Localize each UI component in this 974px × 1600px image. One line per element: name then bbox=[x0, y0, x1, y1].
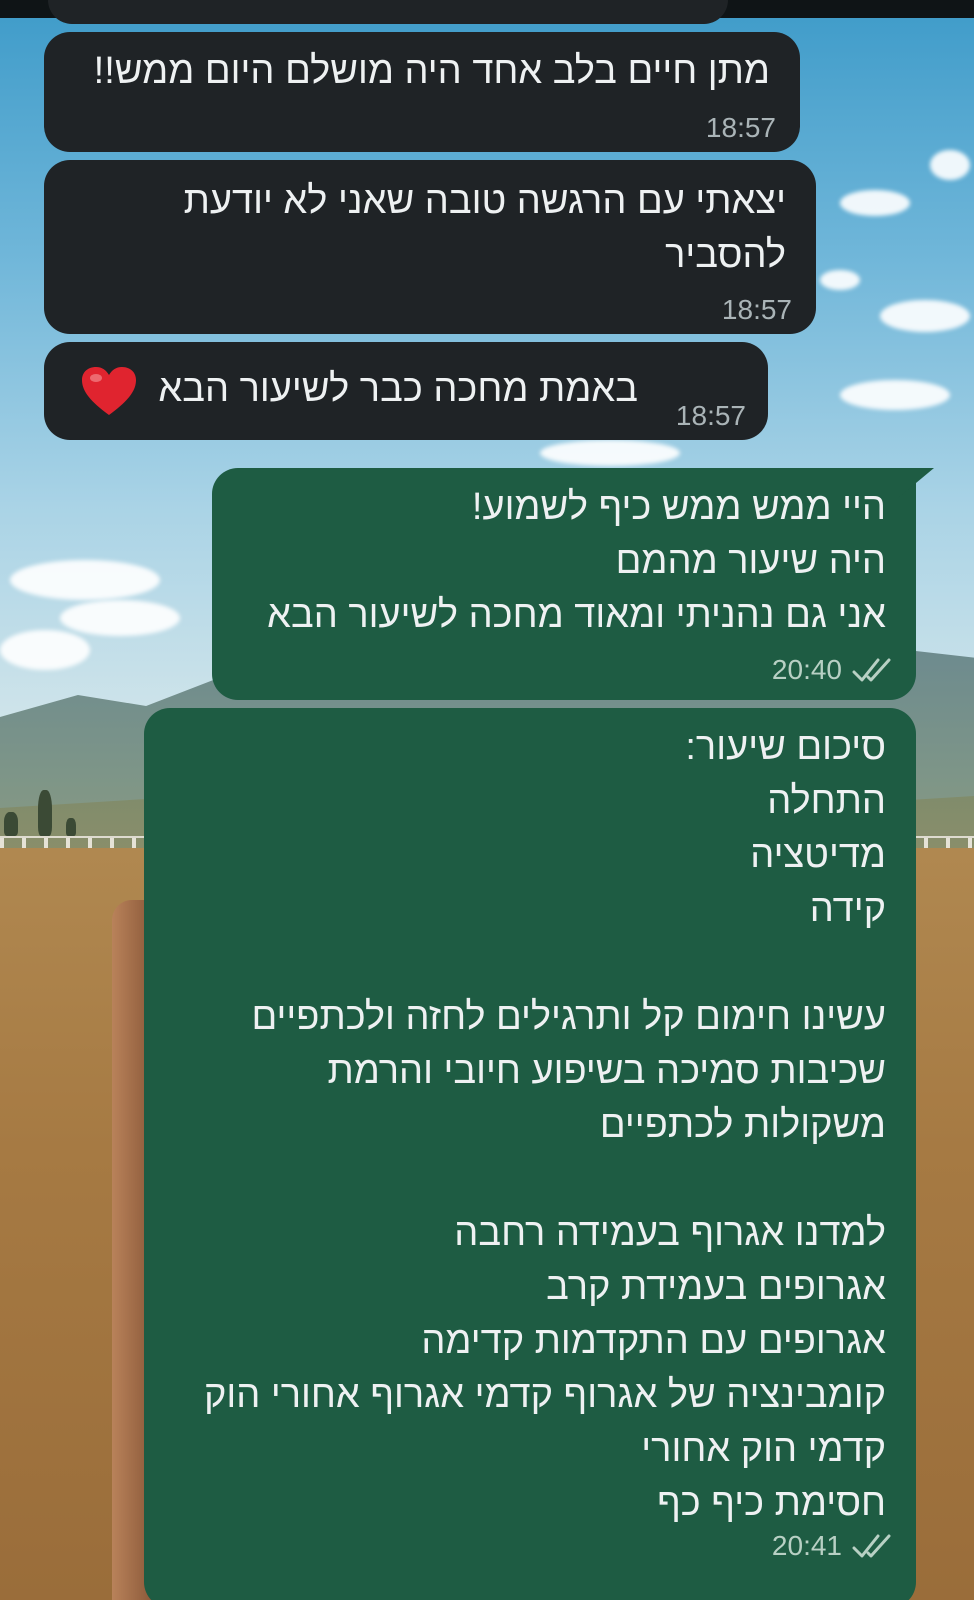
message-time: 18:57 bbox=[705, 112, 776, 143]
message-time: 20:40 bbox=[771, 654, 842, 685]
message-meta: 20:40 bbox=[772, 654, 894, 686]
message-meta: 18:57 bbox=[676, 400, 746, 432]
message-text-content: באמת מחכה כבר לשיעור הבא bbox=[158, 368, 638, 410]
bubble-tail bbox=[898, 468, 934, 498]
message-bubble-incoming[interactable]: מתן חיים בלב אחד היה מושלם היום ממש!! 18… bbox=[44, 32, 800, 152]
message-text: מתן חיים בלב אחד היה מושלם היום ממש!! bbox=[93, 50, 770, 92]
red-heart-icon bbox=[81, 366, 136, 415]
message-bubble-incoming[interactable]: באמת מחכה כבר לשיעור הבא 18:57 bbox=[44, 342, 768, 440]
message-text: באמת מחכה כבר לשיעור הבא bbox=[80, 362, 638, 417]
message-time: 20:41 bbox=[771, 1530, 842, 1561]
message-time: 18:57 bbox=[721, 294, 792, 325]
message-text: יצאתי עם הרגשה טובה שאני לא יודעת להסביר bbox=[183, 180, 786, 276]
double-check-read-icon bbox=[852, 1534, 891, 1558]
double-check-read-icon bbox=[852, 658, 891, 682]
message-meta: 18:57 bbox=[706, 112, 776, 144]
message-bubble-outgoing[interactable]: היי ממש ממש כיף לשמוע! היה שיעור מהמם אנ… bbox=[212, 468, 934, 700]
message-bubble-outgoing[interactable]: סיכום שיעור: התחלה מדיטציה קידה עשינו חי… bbox=[144, 708, 916, 1600]
message-time: 18:57 bbox=[675, 400, 746, 431]
message-text: היי ממש ממש כיף לשמוע! היה שיעור מהמם אנ… bbox=[267, 486, 886, 636]
message-text: סיכום שיעור: התחלה מדיטציה קידה עשינו חי… bbox=[203, 726, 886, 1524]
message-meta: 20:41 bbox=[772, 1530, 894, 1562]
chat-message-list[interactable]: מתן חיים בלב אחד היה מושלם היום ממש!! 18… bbox=[0, 0, 974, 1600]
message-bubble-incoming[interactable]: יצאתי עם הרגשה טובה שאני לא יודעת להסביר… bbox=[44, 160, 816, 334]
message-meta: 18:57 bbox=[722, 294, 792, 326]
